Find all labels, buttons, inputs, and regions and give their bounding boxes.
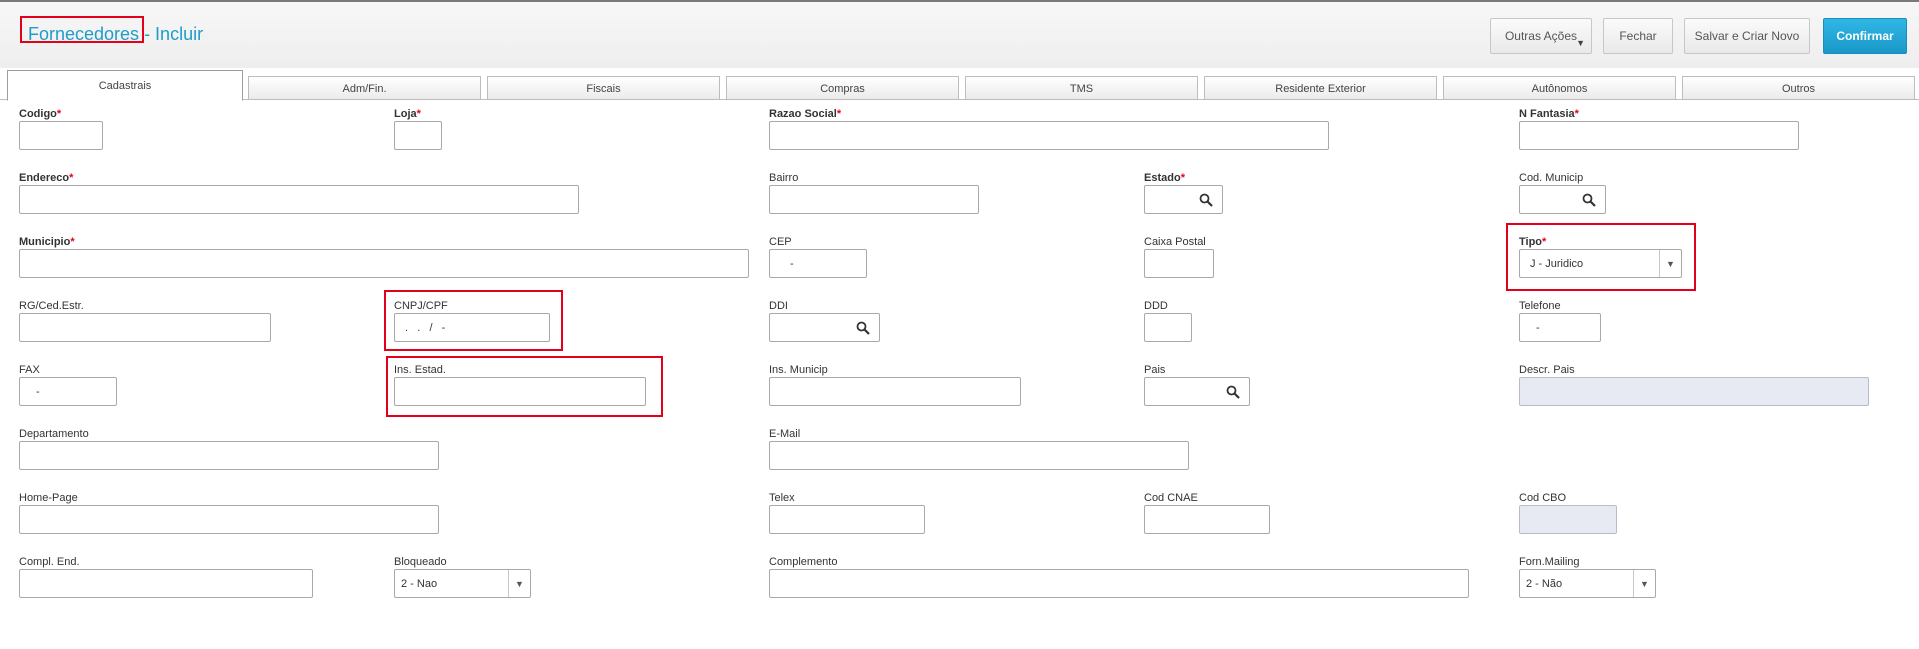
rg-ced-estr-label: RG/Ced.Estr. bbox=[19, 300, 84, 312]
ins-estad-input[interactable] bbox=[394, 377, 646, 406]
tab-residente-exterior[interactable]: Residente Exterior bbox=[1204, 76, 1437, 100]
departamento-input[interactable] bbox=[19, 441, 439, 470]
confirm-button[interactable]: Confirmar bbox=[1823, 18, 1907, 54]
tab-bar: Cadastrais Adm/Fin. Fiscais Compras TMS … bbox=[0, 68, 1919, 101]
tab-fiscais[interactable]: Fiscais bbox=[487, 76, 720, 100]
fax-input[interactable]: - bbox=[19, 377, 117, 406]
loja-label: Loja bbox=[394, 108, 421, 120]
tipo-select[interactable]: J - Juridico ▼ bbox=[1519, 249, 1682, 278]
page-header: Fornecedores - Incluir Outras Ações ▼ Fe… bbox=[0, 0, 1919, 68]
rg-ced-estr-input[interactable] bbox=[19, 313, 271, 342]
loja-input[interactable] bbox=[394, 121, 442, 150]
bloqueado-dropdown-button[interactable]: ▼ bbox=[508, 570, 530, 597]
tab-outros[interactable]: Outros bbox=[1682, 76, 1915, 100]
title-main[interactable]: Fornecedores bbox=[28, 24, 139, 44]
forn-mailing-select[interactable]: 2 - Não ▼ bbox=[1519, 569, 1656, 598]
cnpj-cpf-label: CNPJ/CPF bbox=[394, 300, 448, 312]
tab-tms[interactable]: TMS bbox=[965, 76, 1198, 100]
pais-label: Pais bbox=[1144, 364, 1166, 376]
municipio-label: Municipio bbox=[19, 236, 75, 248]
telefone-input[interactable]: - bbox=[1519, 313, 1601, 342]
ins-estad-label: Ins. Estad. bbox=[394, 364, 446, 376]
cod-municip-label: Cod. Municip bbox=[1519, 172, 1584, 184]
magnifier-icon[interactable] bbox=[1582, 193, 1596, 207]
tab-divider bbox=[0, 99, 1919, 100]
home-page-label: Home-Page bbox=[19, 492, 78, 504]
caixa-postal-label: Caixa Postal bbox=[1144, 236, 1206, 248]
email-input[interactable] bbox=[769, 441, 1189, 470]
tab-adm-fin[interactable]: Adm/Fin. bbox=[248, 76, 481, 100]
tab-compras[interactable]: Compras bbox=[726, 76, 959, 100]
codigo-input[interactable] bbox=[19, 121, 103, 150]
telefone-label: Telefone bbox=[1519, 300, 1561, 312]
pais-input[interactable] bbox=[1144, 377, 1250, 406]
ddd-label: DDD bbox=[1144, 300, 1168, 312]
ddi-label: DDI bbox=[769, 300, 788, 312]
cod-cbo-input bbox=[1519, 505, 1617, 534]
descr-pais-input bbox=[1519, 377, 1869, 406]
chevron-down-icon: ▼ bbox=[1576, 38, 1585, 48]
magnifier-icon[interactable] bbox=[856, 321, 870, 335]
email-label: E-Mail bbox=[769, 428, 801, 440]
ins-municip-label: Ins. Municip bbox=[769, 364, 828, 376]
tipo-dropdown-button[interactable]: ▼ bbox=[1659, 250, 1681, 277]
chevron-down-icon: ▼ bbox=[515, 578, 524, 589]
codigo-label: Codigo bbox=[19, 108, 61, 120]
departamento-label: Departamento bbox=[19, 428, 89, 440]
endereco-label: Endereco bbox=[19, 172, 73, 184]
fax-label: FAX bbox=[19, 364, 40, 376]
telex-label: Telex bbox=[769, 492, 795, 504]
endereco-input[interactable] bbox=[19, 185, 579, 214]
cep-label: CEP bbox=[769, 236, 792, 248]
municipio-input[interactable] bbox=[19, 249, 749, 278]
telex-input[interactable] bbox=[769, 505, 925, 534]
n-fantasia-input[interactable] bbox=[1519, 121, 1799, 150]
cep-input[interactable]: - bbox=[769, 249, 867, 278]
cod-cnae-input[interactable] bbox=[1144, 505, 1270, 534]
chevron-down-icon: ▼ bbox=[1666, 258, 1675, 269]
bairro-input[interactable] bbox=[769, 185, 979, 214]
caixa-postal-input[interactable] bbox=[1144, 249, 1214, 278]
bloqueado-value: 2 - Nao bbox=[401, 577, 438, 590]
compl-end-label: Compl. End. bbox=[19, 556, 80, 568]
chevron-down-icon: ▼ bbox=[1640, 578, 1649, 589]
title-suffix: - Incluir bbox=[139, 24, 204, 44]
tipo-value: J - Juridico bbox=[1530, 257, 1584, 270]
forn-mailing-label: Forn.Mailing bbox=[1519, 556, 1580, 568]
compl-end-input[interactable] bbox=[19, 569, 313, 598]
more-actions-label: Outras Ações bbox=[1504, 29, 1578, 43]
forn-mailing-value: 2 - Não bbox=[1526, 577, 1563, 590]
tipo-label: Tipo bbox=[1519, 236, 1546, 248]
bairro-label: Bairro bbox=[769, 172, 799, 184]
tab-cadastrais[interactable]: Cadastrais bbox=[7, 70, 243, 101]
cnpj-cpf-input[interactable]: . . / - bbox=[394, 313, 550, 342]
descr-pais-label: Descr. Pais bbox=[1519, 364, 1575, 376]
forn-mailing-dropdown-button[interactable]: ▼ bbox=[1633, 570, 1655, 597]
home-page-input[interactable] bbox=[19, 505, 439, 534]
more-actions-button[interactable]: Outras Ações ▼ bbox=[1490, 18, 1592, 54]
tab-autonomos[interactable]: Autônomos bbox=[1443, 76, 1676, 100]
ddd-input[interactable] bbox=[1144, 313, 1192, 342]
magnifier-icon[interactable] bbox=[1226, 385, 1240, 399]
complemento-input[interactable] bbox=[769, 569, 1469, 598]
save-and-new-button[interactable]: Salvar e Criar Novo bbox=[1684, 18, 1810, 54]
estado-input[interactable] bbox=[1144, 185, 1223, 214]
razao-social-input[interactable] bbox=[769, 121, 1329, 150]
page-title: Fornecedores - Incluir bbox=[28, 24, 203, 45]
cod-cnae-label: Cod CNAE bbox=[1144, 492, 1198, 504]
close-button[interactable]: Fechar bbox=[1603, 18, 1673, 54]
ins-municip-input[interactable] bbox=[769, 377, 1021, 406]
n-fantasia-label: N Fantasia bbox=[1519, 108, 1579, 120]
razao-social-label: Razao Social bbox=[769, 108, 841, 120]
magnifier-icon[interactable] bbox=[1199, 193, 1213, 207]
cod-municip-input[interactable] bbox=[1519, 185, 1606, 214]
complemento-label: Complemento bbox=[769, 556, 838, 568]
cod-cbo-label: Cod CBO bbox=[1519, 492, 1567, 504]
ddi-input[interactable] bbox=[769, 313, 880, 342]
bloqueado-select[interactable]: 2 - Nao ▼ bbox=[394, 569, 531, 598]
bloqueado-label: Bloqueado bbox=[394, 556, 447, 568]
estado-label: Estado bbox=[1144, 172, 1185, 184]
